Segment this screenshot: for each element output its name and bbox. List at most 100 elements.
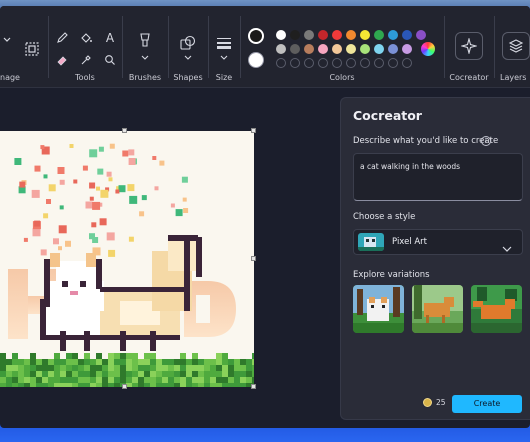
cocreator-icon — [461, 38, 477, 54]
chevron-down-icon[interactable] — [140, 54, 150, 62]
divider — [494, 16, 495, 78]
brushes-group-label: Brushes — [128, 73, 162, 82]
prompt-input[interactable]: a cat walking in the woods — [353, 153, 523, 201]
panel-title: Cocreator — [353, 108, 422, 123]
chevron-down-icon[interactable] — [0, 32, 14, 46]
paint-app-window: nage A Tools Brushes Shapes Size Colors … — [0, 6, 530, 428]
custom-color-slot[interactable] — [276, 58, 286, 68]
color-swatch[interactable] — [416, 30, 426, 40]
create-button[interactable]: Create — [452, 395, 522, 413]
prompt-label: Describe what you'd like to create — [353, 136, 499, 146]
color-swatch[interactable] — [346, 30, 356, 40]
edit-colors-icon[interactable] — [421, 42, 435, 56]
custom-color-slot[interactable] — [318, 58, 328, 68]
primary-color-swatch[interactable] — [248, 28, 264, 44]
eraser-icon[interactable] — [54, 52, 70, 68]
fill-bucket-icon[interactable] — [78, 30, 94, 46]
color-swatch[interactable] — [276, 44, 286, 54]
color-swatch[interactable] — [332, 30, 342, 40]
canvas-workspace — [0, 89, 340, 428]
image-group-label: nage — [0, 73, 20, 82]
text-tool-icon[interactable]: A — [102, 30, 118, 46]
info-icon[interactable]: i — [481, 136, 491, 146]
tools-group-label: Tools — [75, 73, 95, 82]
shapes-group: Shapes — [170, 6, 206, 88]
color-swatch[interactable] — [318, 30, 328, 40]
secondary-color-swatch[interactable] — [248, 52, 264, 68]
brush-icon[interactable] — [136, 32, 154, 50]
custom-color-slot[interactable] — [388, 58, 398, 68]
brushes-group: Brushes — [124, 6, 166, 88]
pencil-icon[interactable] — [54, 30, 70, 46]
style-value: Pixel Art — [392, 237, 428, 247]
chevron-down-icon[interactable] — [183, 54, 193, 62]
variation-thumbnail[interactable] — [471, 285, 522, 333]
selection-handle[interactable] — [122, 384, 127, 389]
size-group-label: Size — [215, 73, 233, 82]
divider — [48, 16, 49, 78]
color-swatch[interactable] — [332, 44, 342, 54]
cocreator-group: Cocreator — [446, 6, 492, 88]
layers-icon — [508, 39, 524, 53]
shapes-group-label: Shapes — [173, 73, 203, 82]
custom-color-slot[interactable] — [304, 58, 314, 68]
tools-group: A Tools — [50, 6, 120, 88]
color-swatch[interactable] — [304, 30, 314, 40]
variation-thumbnail[interactable] — [353, 285, 404, 333]
divider — [208, 16, 209, 78]
stroke-size-icon[interactable] — [215, 34, 233, 52]
selection-handle[interactable] — [122, 128, 127, 133]
color-swatch[interactable] — [388, 44, 398, 54]
color-swatch[interactable] — [360, 30, 370, 40]
credits-count: 25 — [436, 398, 446, 407]
color-swatch[interactable] — [318, 44, 328, 54]
divider — [240, 16, 241, 78]
style-thumbnail — [358, 233, 384, 251]
color-swatch[interactable] — [276, 30, 286, 40]
chevron-down-icon[interactable] — [219, 54, 229, 62]
color-swatch[interactable] — [388, 30, 398, 40]
colors-group: Colors — [242, 6, 442, 88]
credit-coin-icon — [423, 398, 432, 407]
credits-display: 25 — [423, 398, 446, 407]
ribbon-toolbar: nage A Tools Brushes Shapes Size Colors … — [0, 6, 530, 88]
color-swatch[interactable] — [290, 30, 300, 40]
custom-color-slot[interactable] — [360, 58, 370, 68]
color-swatch[interactable] — [346, 44, 356, 54]
variations-label: Explore variations — [353, 270, 430, 280]
style-label: Choose a style — [353, 212, 416, 222]
color-swatch[interactable] — [290, 44, 300, 54]
drawing-canvas[interactable] — [0, 131, 254, 387]
color-swatch[interactable] — [374, 44, 384, 54]
chevron-down-icon — [502, 238, 512, 257]
divider — [168, 16, 169, 78]
divider — [122, 16, 123, 78]
layers-group: Layers — [496, 6, 530, 88]
custom-color-slot[interactable] — [346, 58, 356, 68]
custom-color-slot[interactable] — [290, 58, 300, 68]
image-group: nage — [0, 6, 48, 88]
color-swatch[interactable] — [402, 30, 412, 40]
style-dropdown[interactable]: Pixel Art — [353, 229, 523, 255]
crop-select-icon[interactable] — [22, 39, 42, 59]
color-swatch[interactable] — [402, 44, 412, 54]
color-picker-icon[interactable] — [78, 52, 94, 68]
selection-handle[interactable] — [251, 384, 256, 389]
color-swatch[interactable] — [374, 30, 384, 40]
shapes-icon[interactable] — [178, 34, 198, 52]
selection-handle[interactable] — [251, 256, 256, 261]
pixel-art-cat-image — [0, 143, 254, 387]
color-swatch[interactable] — [304, 44, 314, 54]
color-swatch[interactable] — [360, 44, 370, 54]
cocreator-group-label: Cocreator — [449, 73, 489, 82]
custom-color-slot[interactable] — [402, 58, 412, 68]
custom-color-slot[interactable] — [374, 58, 384, 68]
custom-color-slot[interactable] — [332, 58, 342, 68]
variation-thumbnail[interactable] — [412, 285, 463, 333]
selection-handle[interactable] — [251, 128, 256, 133]
layers-button[interactable] — [502, 32, 530, 60]
size-group: Size — [210, 6, 238, 88]
magnifier-icon[interactable] — [102, 52, 118, 68]
cocreator-button[interactable] — [455, 32, 483, 60]
cocreator-panel: Cocreator Describe what you'd like to cr… — [340, 97, 530, 420]
